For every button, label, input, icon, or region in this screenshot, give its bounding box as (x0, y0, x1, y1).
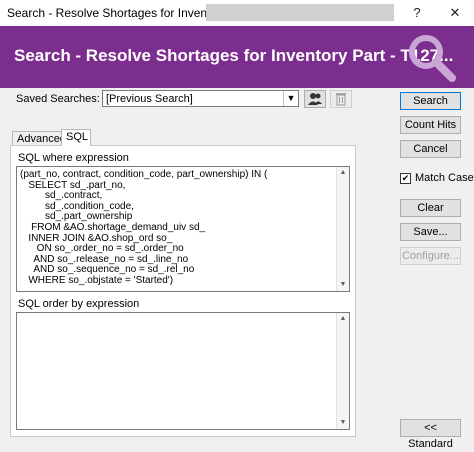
close-button[interactable]: ✕ (440, 0, 470, 26)
trash-icon (336, 93, 346, 106)
save-button[interactable]: Save... (400, 223, 461, 241)
order-scrollbar[interactable]: ▲ ▼ (336, 313, 349, 429)
users-icon (308, 93, 322, 105)
help-button[interactable]: ? (402, 0, 432, 26)
match-case-label: Match Case (415, 172, 474, 184)
sql-order-label: SQL order by expression (18, 298, 140, 310)
magnifier-icon (409, 35, 456, 82)
saved-searches-value: [Previous Search] (106, 93, 193, 105)
where-scrollbar[interactable]: ▲ ▼ (336, 167, 349, 291)
chevron-down-icon[interactable]: ▼ (283, 91, 298, 106)
saved-searches-select[interactable]: [Previous Search] ▼ (102, 90, 299, 107)
shared-search-button[interactable] (304, 90, 326, 108)
scroll-down-icon[interactable]: ▼ (337, 417, 349, 429)
tab-sql[interactable]: SQL (61, 129, 91, 146)
scroll-up-icon[interactable]: ▲ (337, 167, 349, 179)
count-hits-button[interactable]: Count Hits (400, 116, 461, 134)
window-titlebar: Search - Resolve Shortages for Inventory… (0, 0, 474, 26)
configure-button[interactable]: Configure... (400, 247, 461, 265)
sql-where-text: (part_no, contract, condition_code, part… (20, 169, 268, 286)
sql-where-input[interactable]: (part_no, contract, condition_code, part… (16, 166, 350, 292)
scroll-up-icon[interactable]: ▲ (337, 313, 349, 325)
sql-where-label: SQL where expression (18, 152, 129, 164)
standard-button[interactable]: << Standard (400, 419, 461, 450)
scroll-down-icon[interactable]: ▼ (337, 279, 349, 291)
sql-order-input[interactable]: ▲ ▼ (16, 312, 350, 430)
redacted-title-part (206, 4, 394, 21)
saved-searches-label: Saved Searches: (16, 93, 100, 105)
checkbox-check-icon[interactable]: ✔ (400, 173, 411, 184)
page-title: Search - Resolve Shortages for Inventory… (14, 46, 454, 65)
search-button[interactable]: Search (400, 92, 461, 110)
clear-button[interactable]: Clear (400, 199, 461, 217)
cancel-button[interactable]: Cancel (400, 140, 461, 158)
delete-search-button[interactable] (330, 90, 352, 108)
